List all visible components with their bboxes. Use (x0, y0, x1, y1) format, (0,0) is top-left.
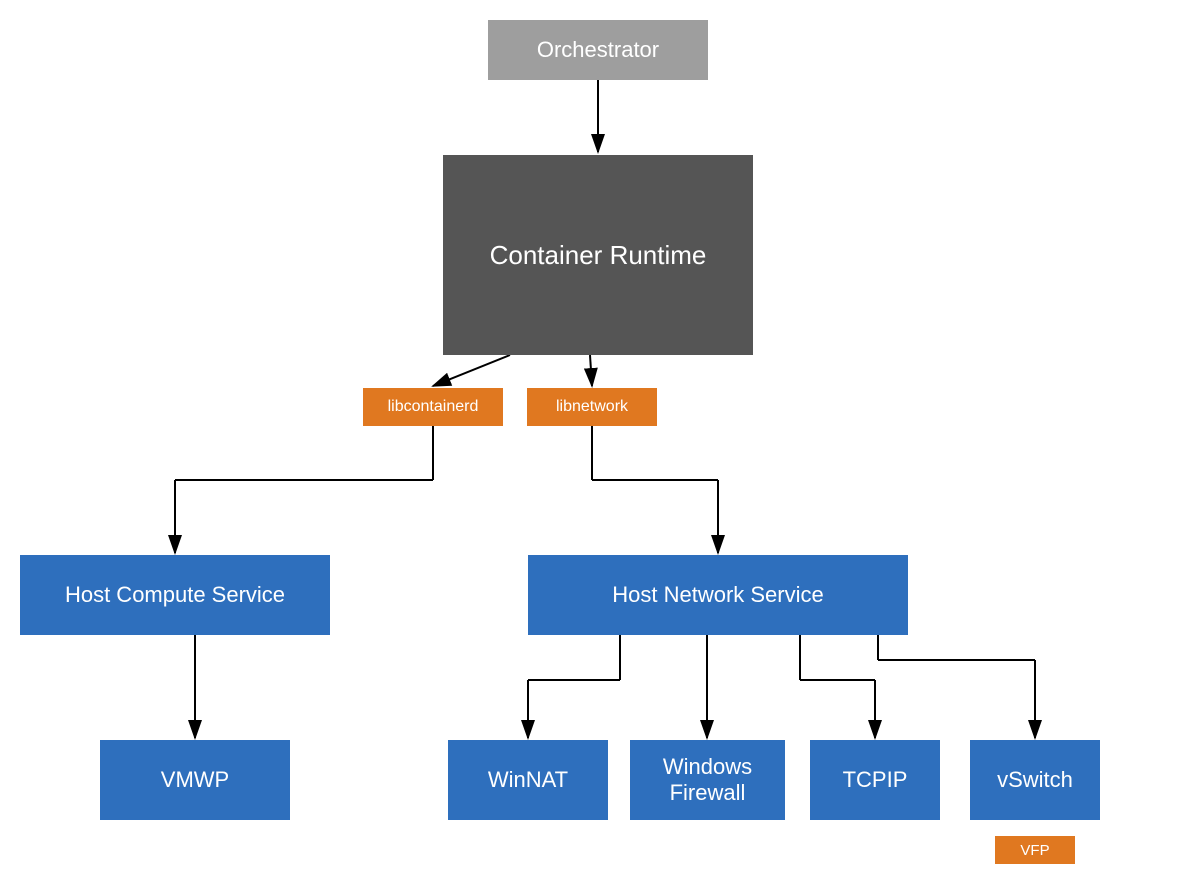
vfp-label: VFP (1020, 842, 1049, 859)
libcontainerd-node: libcontainerd (363, 388, 503, 426)
libnetwork-label: libnetwork (556, 398, 628, 416)
host-network-service-node: Host Network Service (528, 555, 908, 635)
host-compute-service-node: Host Compute Service (20, 555, 330, 635)
vswitch-label: vSwitch (997, 767, 1073, 793)
host-compute-service-label: Host Compute Service (65, 582, 285, 608)
libcontainerd-label: libcontainerd (388, 398, 479, 416)
windows-firewall-node: Windows Firewall (630, 740, 785, 820)
vmwp-node: VMWP (100, 740, 290, 820)
tcpip-node: TCPIP (810, 740, 940, 820)
host-network-service-label: Host Network Service (612, 582, 824, 608)
windows-firewall-label: Windows Firewall (663, 754, 752, 806)
container-runtime-node: Container Runtime (443, 155, 753, 355)
orchestrator-node: Orchestrator (488, 20, 708, 80)
vmwp-label: VMWP (161, 767, 229, 793)
vfp-node: VFP (995, 836, 1075, 864)
diagram: Orchestrator Container Runtime libcontai… (0, 0, 1196, 884)
orchestrator-label: Orchestrator (537, 37, 659, 63)
winnat-label: WinNAT (488, 767, 568, 793)
winnat-node: WinNAT (448, 740, 608, 820)
vswitch-node: vSwitch (970, 740, 1100, 820)
libnetwork-node: libnetwork (527, 388, 657, 426)
tcpip-label: TCPIP (843, 767, 908, 793)
container-runtime-label: Container Runtime (490, 240, 707, 271)
